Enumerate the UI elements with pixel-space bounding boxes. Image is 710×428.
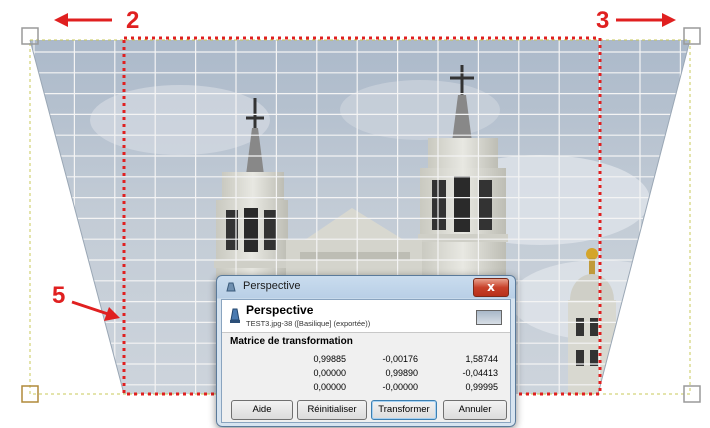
annotation-5: 5 [52, 282, 66, 309]
matrix-cell: 0,99890 [385, 368, 418, 378]
matrix-cell: -0,04413 [462, 368, 498, 378]
cancel-button[interactable]: Annuler [443, 400, 507, 420]
matrix-cell: -0,00176 [382, 354, 418, 364]
reset-button[interactable]: Réinitialiser [297, 400, 367, 420]
matrix-cell: 0,99995 [465, 382, 498, 392]
dialog-titlebar[interactable]: Perspective x [217, 276, 515, 298]
matrix-cell: 0,00000 [313, 368, 346, 378]
perspective-tool-icon [226, 282, 236, 292]
perspective-tool-icon [230, 308, 240, 323]
image-thumbnail [476, 310, 502, 325]
dialog-header: Perspective TEST3.jpg-38 ([Basilique] (e… [222, 300, 510, 333]
matrix-cell: 1,58744 [465, 354, 498, 364]
dialog-title: Perspective [243, 280, 301, 292]
header-title: Perspective [246, 303, 314, 317]
transform-button[interactable]: Transformer [371, 400, 437, 420]
help-button[interactable]: Aide [231, 400, 293, 420]
close-icon: x [487, 280, 495, 294]
matrix-label: Matrice de transformation [230, 336, 353, 347]
header-subtitle: TEST3.jpg-38 ([Basilique] (exportée)) [246, 319, 371, 328]
annotation-3: 3 [596, 7, 610, 34]
matrix-cell: -0,00000 [382, 382, 418, 392]
matrix-cell: 0,99885 [313, 354, 346, 364]
matrix-cell: 0,00000 [313, 382, 346, 392]
annotation-2: 2 [126, 7, 140, 34]
perspective-dialog: Perspective x Perspective TEST3.jpg-38 (… [216, 275, 516, 427]
close-button[interactable]: x [473, 278, 509, 297]
